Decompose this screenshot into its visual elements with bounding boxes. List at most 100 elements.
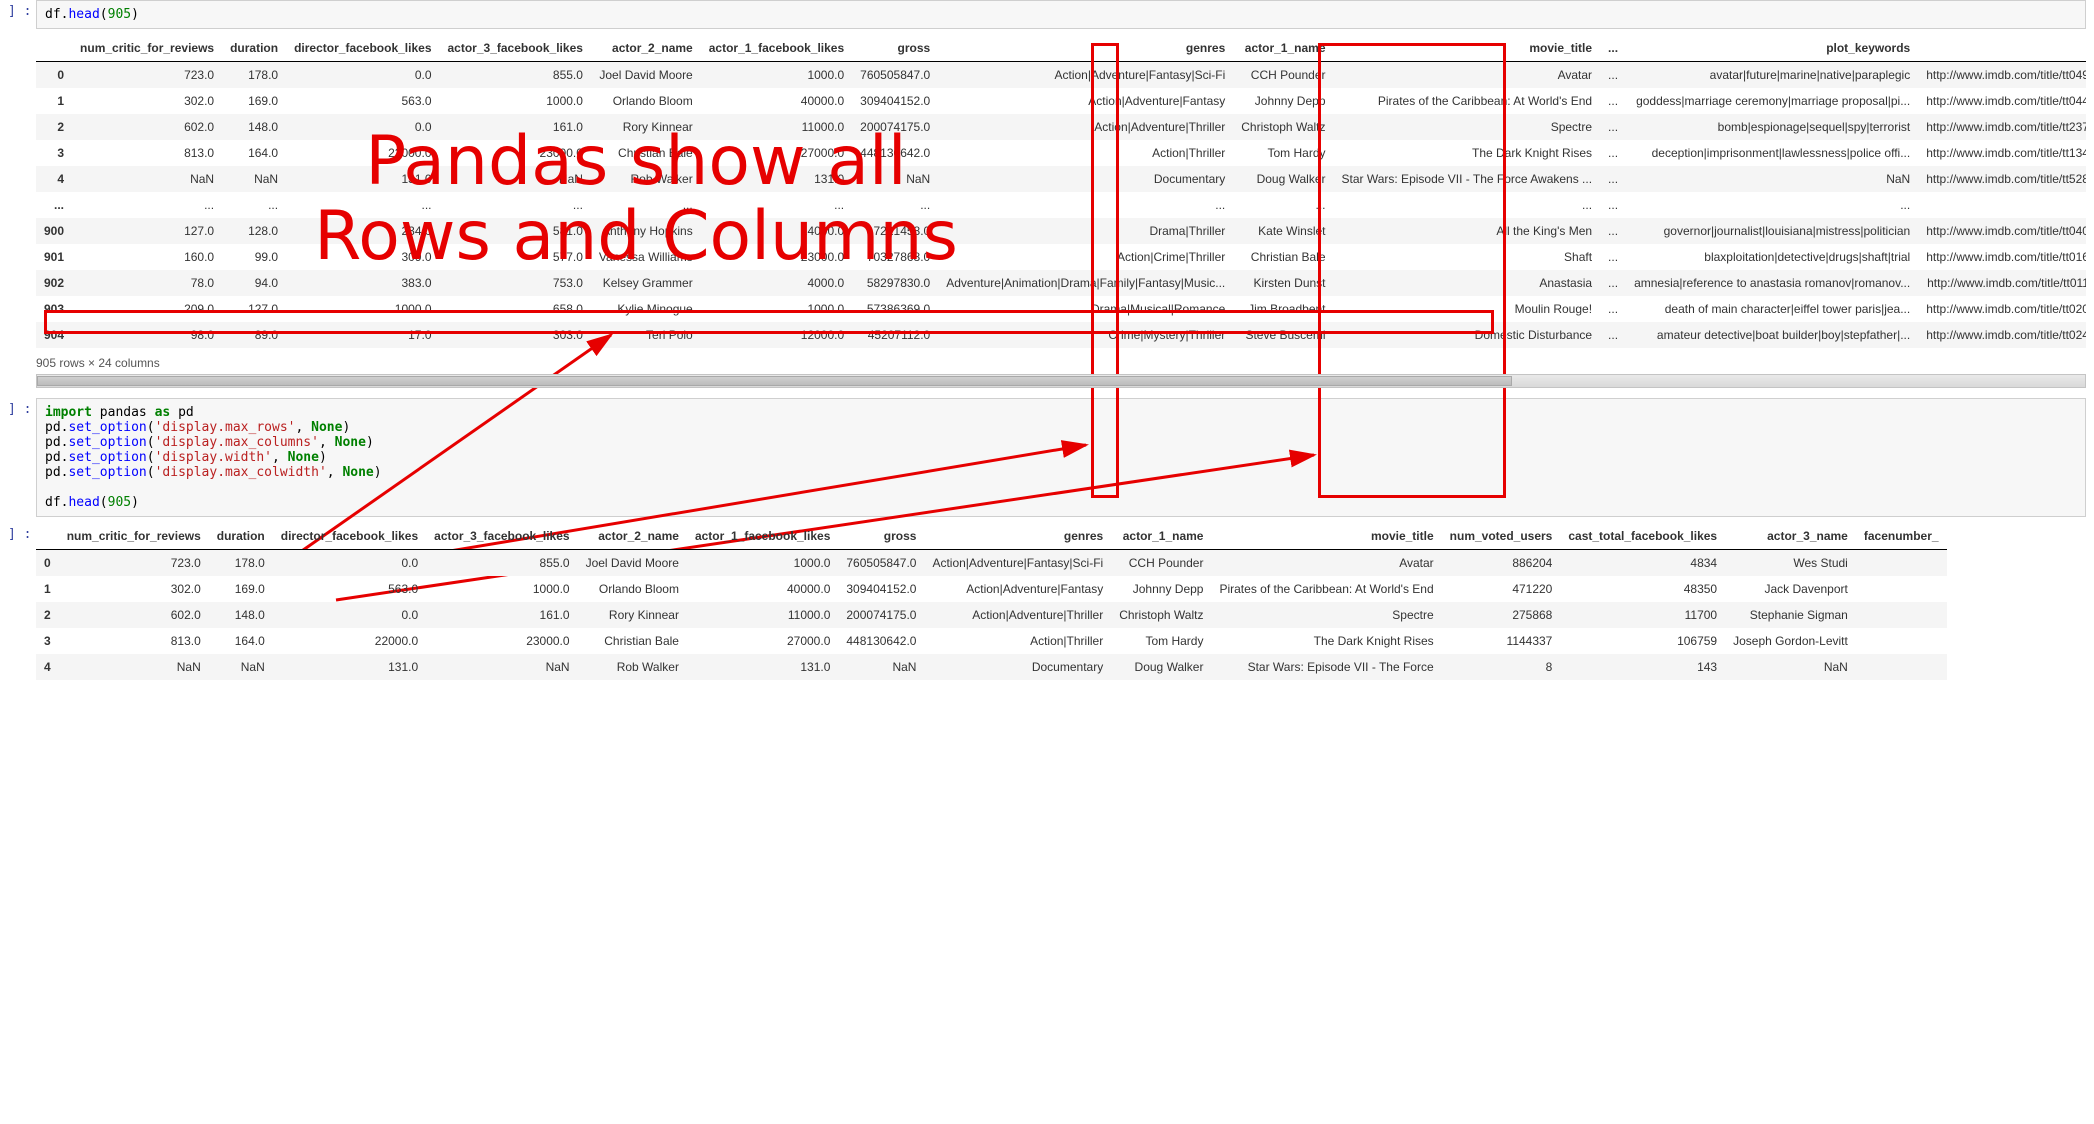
cell: 161.0 (440, 114, 591, 140)
cell: Orlando Bloom (578, 576, 687, 602)
cell: Stephanie Sigman (1725, 602, 1856, 628)
code-area-2[interactable]: import pandas as pd pd.set_option('displ… (36, 398, 2086, 517)
column-header: movie_title (1334, 35, 1601, 62)
cell: http://www.imdb.com/title/tt1345836/?ref… (1918, 140, 2086, 166)
table-row: 90498.089.017.0303.0Teri Polo12000.04520… (36, 322, 2086, 348)
column-header: genres (938, 35, 1233, 62)
dataframe-1-shape: 905 rows × 24 columns (36, 356, 2086, 370)
index-header (36, 35, 72, 62)
table-row: 90278.094.0383.0753.0Kelsey Grammer4000.… (36, 270, 2086, 296)
cell: 22000.0 (273, 628, 426, 654)
cell: Joel David Moore (578, 550, 687, 577)
cell: 309.0 (286, 244, 439, 270)
prompt-1: ] : (8, 0, 36, 29)
cell: 302.0 (59, 576, 209, 602)
cell (1856, 576, 1947, 602)
cell: 760505847.0 (852, 62, 938, 89)
cell: 658.0 (440, 296, 591, 322)
code-area-1[interactable]: df.head(905) (36, 0, 2086, 29)
table-row: 2602.0148.00.0161.0Rory Kinnear11000.020… (36, 602, 1947, 628)
cell: 106759 (1560, 628, 1725, 654)
cell: NaN (1626, 166, 1918, 192)
cell: 753.0 (440, 270, 591, 296)
row-index: 0 (36, 62, 72, 89)
cell: NaN (838, 654, 924, 680)
cell: 98.0 (72, 322, 222, 348)
cell: 127.0 (72, 218, 222, 244)
cell: http://www.imdb.com/title/tt0405676/?ref… (1918, 218, 2086, 244)
cell: Rob Walker (578, 654, 687, 680)
dataframe-1-scroll[interactable]: num_critic_for_reviewsdurationdirector_f… (36, 35, 2086, 348)
cell: 94.0 (222, 270, 286, 296)
row-index: 900 (36, 218, 72, 244)
column-header: ... (1600, 35, 1626, 62)
scrollbar-thumb[interactable] (37, 376, 1512, 386)
cell: 40000.0 (687, 576, 838, 602)
cell: 57386369.0 (852, 296, 938, 322)
table-row: ........................................… (36, 192, 2086, 218)
cell: 23000.0 (426, 628, 577, 654)
table-row: 3813.0164.022000.023000.0Christian Bale2… (36, 140, 2086, 166)
cell: NaN (222, 166, 286, 192)
cell: NaN (59, 654, 209, 680)
cell: 275868 (1442, 602, 1561, 628)
cell: 1000.0 (701, 296, 852, 322)
cell: 200074175.0 (838, 602, 924, 628)
cell: 723.0 (59, 550, 209, 577)
column-header: duration (209, 523, 273, 550)
cell: ... (1600, 244, 1626, 270)
cell: death of main character|eiffel tower par… (1626, 296, 1918, 322)
row-index: 901 (36, 244, 72, 270)
cell: 164.0 (222, 140, 286, 166)
dataframe-1: num_critic_for_reviewsdurationdirector_f… (36, 35, 2086, 348)
row-index: ... (36, 192, 72, 218)
cell: 813.0 (59, 628, 209, 654)
cell: governor|journalist|louisiana|mistress|p… (1626, 218, 1918, 244)
cell: 760505847.0 (838, 550, 924, 577)
column-header: plot_keywords (1626, 35, 1918, 62)
horizontal-scrollbar[interactable] (36, 374, 2086, 388)
cell: Rob Walker (591, 166, 701, 192)
dataframe-2: num_critic_for_reviewsdurationdirector_f… (36, 523, 1947, 680)
cell: 234.0 (286, 218, 439, 244)
cell: 302.0 (72, 88, 222, 114)
cell: ... (72, 192, 222, 218)
cell: ... (852, 192, 938, 218)
cell: ... (1918, 192, 2086, 218)
cell: Drama|Musical|Romance (938, 296, 1233, 322)
cell: 813.0 (72, 140, 222, 166)
cell: goddess|marriage ceremony|marriage propo… (1626, 88, 1918, 114)
cell: 12000.0 (701, 322, 852, 348)
cell: 4834 (1560, 550, 1725, 577)
cell: Rory Kinnear (578, 602, 687, 628)
cell: Action|Crime|Thriller (938, 244, 1233, 270)
cell: ... (1600, 88, 1626, 114)
cell: 448130642.0 (838, 628, 924, 654)
cell: 27000.0 (687, 628, 838, 654)
cell: ... (286, 192, 439, 218)
cell: CCH Pounder (1111, 550, 1211, 577)
cell: Action|Thriller (938, 140, 1233, 166)
row-index: 4 (36, 166, 72, 192)
cell: CCH Pounder (1233, 62, 1333, 89)
cell: Action|Thriller (924, 628, 1111, 654)
cell: 164.0 (209, 628, 273, 654)
cell: 17.0 (286, 322, 439, 348)
cell: http://www.imdb.com/title/tt0499549/?ref… (1918, 62, 2086, 89)
notebook: ] : df.head(905) num_critic_for_reviewsd… (0, 0, 2094, 726)
column-header: num_voted_users (1442, 523, 1561, 550)
row-index: 2 (36, 114, 72, 140)
cell: ... (1626, 192, 1918, 218)
cell: 581.0 (440, 218, 591, 244)
dataframe-2-scroll[interactable]: num_critic_for_reviewsdurationdirector_f… (36, 523, 2086, 680)
cell: Crime|Mystery|Thriller (938, 322, 1233, 348)
cell: 1000.0 (687, 550, 838, 577)
cell: 78.0 (72, 270, 222, 296)
row-index: 903 (36, 296, 72, 322)
cell: Adventure|Animation|Drama|Family|Fantasy… (938, 270, 1233, 296)
cell: 45207112.0 (852, 322, 938, 348)
cell: Avatar (1334, 62, 1601, 89)
cell: ... (1600, 192, 1626, 218)
cell: Pirates of the Caribbean: At World's End (1334, 88, 1601, 114)
cell: NaN (209, 654, 273, 680)
